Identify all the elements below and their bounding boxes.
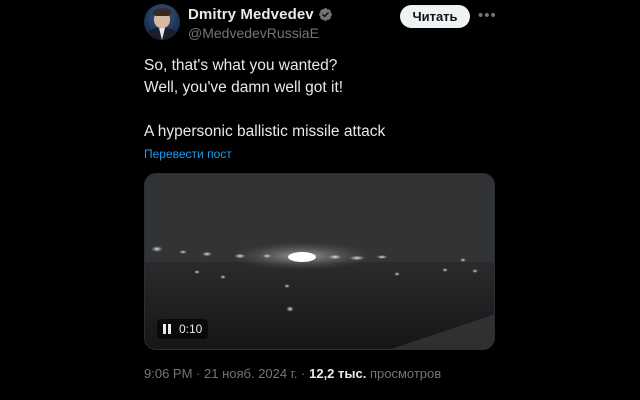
city-light xyxy=(194,270,200,274)
meta-separator: · xyxy=(196,366,201,381)
city-light xyxy=(151,246,163,252)
explosion-core xyxy=(288,252,316,262)
author-name-row[interactable]: Dmitry Medvedev xyxy=(188,6,333,23)
city-light xyxy=(179,250,187,254)
tweet-screen: Dmitry Medvedev @MedvedevRussiaE Читать … xyxy=(0,0,640,400)
tweet-time[interactable]: 9:06 PM xyxy=(144,366,192,381)
city-light xyxy=(472,269,478,273)
video-timer[interactable]: 0:10 xyxy=(157,319,209,339)
city-light xyxy=(442,268,448,272)
tweet-line: So, that's what you wanted? xyxy=(144,57,338,74)
video-player[interactable]: 0:10 xyxy=(144,173,495,350)
tweet-line: A hypersonic ballistic missile attack xyxy=(144,123,386,140)
city-light xyxy=(376,255,388,259)
more-horizontal-icon[interactable]: ••• xyxy=(478,8,496,24)
avatar[interactable] xyxy=(144,4,180,40)
city-light xyxy=(234,253,246,259)
city-light xyxy=(286,306,294,312)
city-light xyxy=(262,254,272,258)
meta-separator: · xyxy=(301,366,306,381)
views-count: 12,2 тыс. xyxy=(309,366,367,381)
views-label: просмотров xyxy=(369,366,442,381)
verified-badge-icon xyxy=(318,7,333,22)
city-light xyxy=(202,251,212,257)
tweet-text: So, that's what you wanted? Well, you've… xyxy=(144,55,504,143)
tweet-date[interactable]: 21 нояб. 2024 г. xyxy=(204,366,298,381)
city-light xyxy=(328,254,342,260)
video-time: 0:10 xyxy=(179,322,203,336)
city-light xyxy=(349,255,365,261)
city-light xyxy=(220,275,226,279)
city-light xyxy=(394,272,400,276)
tweet-meta: 9:06 PM · 21 нояб. 2024 г. · 12,2 тыс. п… xyxy=(144,366,441,381)
pause-icon[interactable] xyxy=(163,324,171,334)
follow-button[interactable]: Читать xyxy=(400,5,470,28)
avatar-hair xyxy=(153,8,171,16)
translate-post-link[interactable]: Перевести пост xyxy=(144,147,232,161)
city-light xyxy=(284,284,290,288)
author-name[interactable]: Dmitry Medvedev xyxy=(188,6,314,23)
author-handle[interactable]: @MedvedevRussiaE xyxy=(188,25,319,41)
tweet-line: Well, you've damn well got it! xyxy=(144,79,344,96)
city-light xyxy=(460,258,466,262)
